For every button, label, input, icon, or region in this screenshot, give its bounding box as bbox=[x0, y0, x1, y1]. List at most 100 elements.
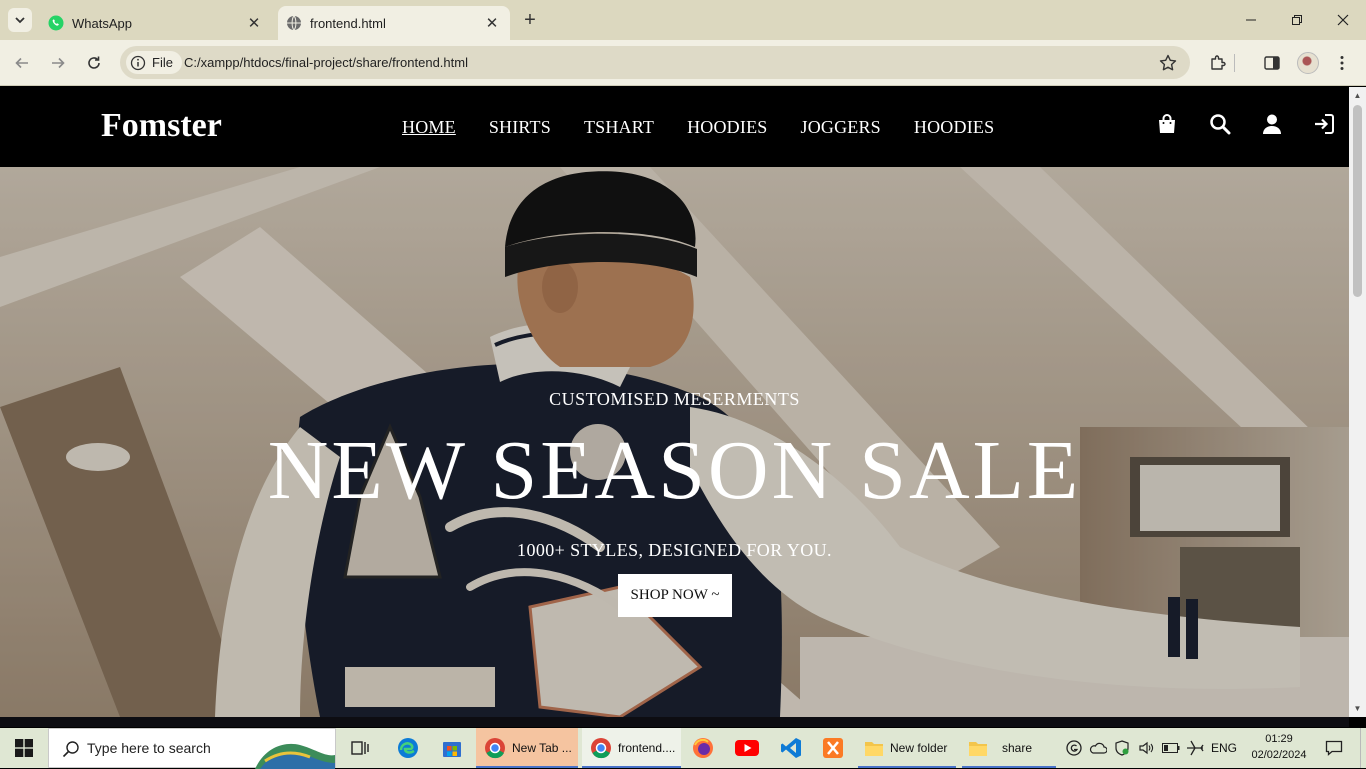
browser-menu-button[interactable] bbox=[1330, 51, 1354, 75]
side-panel-button[interactable] bbox=[1260, 51, 1284, 75]
file-chip-label: File bbox=[152, 55, 173, 70]
scroll-down-icon[interactable]: ▼ bbox=[1349, 700, 1366, 717]
nav-hoodies-2[interactable]: HOODIES bbox=[914, 117, 994, 138]
more-vertical-icon bbox=[1340, 56, 1344, 70]
language-indicator[interactable]: ENG bbox=[1208, 728, 1240, 768]
taskbar-app-label: frontend.... bbox=[618, 741, 676, 755]
site-info-chip[interactable]: File bbox=[126, 51, 182, 74]
minimize-button[interactable] bbox=[1228, 0, 1274, 40]
search-highlight-illustration bbox=[255, 743, 335, 769]
side-panel-icon bbox=[1264, 56, 1280, 70]
info-icon bbox=[130, 55, 146, 70]
notifications-button[interactable] bbox=[1320, 728, 1348, 768]
scrollbar-thumb[interactable] bbox=[1353, 105, 1362, 297]
back-button[interactable] bbox=[8, 49, 36, 77]
tab-label: frontend.html bbox=[310, 15, 386, 31]
vscode-icon bbox=[781, 738, 801, 758]
arrow-right-icon bbox=[52, 57, 65, 69]
clock-time: 01:29 bbox=[1265, 733, 1293, 745]
address-bar[interactable]: File C:/xampp/htdocs/final-project/share… bbox=[120, 46, 1190, 79]
edge-taskbar-button[interactable] bbox=[392, 728, 424, 768]
new-tab-button[interactable]: + bbox=[518, 8, 542, 32]
vscode-taskbar-button[interactable] bbox=[776, 728, 806, 768]
sign-in-icon[interactable] bbox=[1312, 112, 1336, 136]
hero-subtitle: CUSTOMISED MESERMENTS bbox=[549, 389, 800, 409]
firefox-icon bbox=[693, 738, 713, 758]
security-shield-icon[interactable] bbox=[1112, 728, 1132, 768]
taskbar-search[interactable]: Type here to search bbox=[48, 728, 336, 769]
battery-icon[interactable] bbox=[1160, 728, 1182, 768]
puzzle-icon bbox=[1211, 55, 1226, 70]
nav-tshart[interactable]: TSHART bbox=[584, 117, 654, 138]
whatsapp-icon bbox=[48, 15, 64, 31]
globe-icon bbox=[287, 15, 301, 31]
arrow-left-icon bbox=[15, 57, 28, 69]
restore-icon bbox=[1292, 15, 1302, 25]
extensions-button[interactable] bbox=[1206, 51, 1230, 75]
tab-search-button[interactable] bbox=[8, 8, 32, 32]
windows-taskbar: Type here to search New Tab ... frontend… bbox=[0, 728, 1366, 769]
scroll-up-icon[interactable]: ▲ bbox=[1349, 87, 1366, 104]
shop-now-button[interactable]: SHOP NOW ~ bbox=[618, 574, 732, 617]
taskbar-app-label: share bbox=[1002, 741, 1033, 755]
nav-home[interactable]: HOME bbox=[402, 117, 456, 138]
volume-icon[interactable] bbox=[1136, 728, 1156, 768]
xampp-taskbar-button[interactable] bbox=[818, 728, 848, 768]
close-window-button[interactable] bbox=[1320, 0, 1366, 40]
browser-toolbar: File C:/xampp/htdocs/final-project/share… bbox=[0, 40, 1366, 86]
search-placeholder: Type here to search bbox=[87, 740, 211, 756]
task-view-button[interactable] bbox=[346, 728, 374, 768]
user-icon[interactable] bbox=[1260, 112, 1284, 136]
site-logo[interactable]: Fomster bbox=[101, 107, 222, 145]
hero-banner: CUSTOMISED MESERMENTS NEW SEASON SALE 10… bbox=[0, 167, 1349, 717]
new-folder-taskbar-button[interactable]: New folder bbox=[858, 728, 956, 768]
nav-hoodies[interactable]: HOODIES bbox=[687, 117, 767, 138]
tab-whatsapp[interactable]: WhatsApp ✕ bbox=[40, 6, 272, 40]
chrome-newtab-taskbar-button[interactable]: New Tab ... bbox=[476, 728, 578, 768]
chrome-frontend-taskbar-button[interactable]: frontend.... bbox=[582, 728, 681, 768]
page-bottom-strip bbox=[0, 717, 1349, 727]
taskbar-clock[interactable]: 01:29 02/02/2024 bbox=[1248, 731, 1310, 763]
avatar bbox=[1297, 52, 1319, 74]
forward-button[interactable] bbox=[44, 49, 72, 77]
page-scrollbar[interactable]: ▲ ▼ bbox=[1349, 87, 1366, 717]
notification-icon bbox=[1325, 740, 1343, 756]
chrome-icon bbox=[591, 738, 611, 759]
reload-button[interactable] bbox=[80, 49, 108, 77]
taskbar-app-label: New Tab ... bbox=[512, 741, 572, 755]
hero-title: NEW SEASON SALE bbox=[267, 424, 1082, 517]
minimize-icon bbox=[1246, 19, 1256, 21]
airplane-mode-icon[interactable] bbox=[1184, 728, 1206, 768]
tab-label: WhatsApp bbox=[72, 15, 132, 31]
nav-shirts[interactable]: SHIRTS bbox=[489, 117, 551, 138]
youtube-taskbar-button[interactable] bbox=[732, 728, 762, 768]
windows-logo-icon bbox=[15, 739, 33, 757]
restore-button[interactable] bbox=[1274, 0, 1320, 40]
main-nav: HOME SHIRTS TSHART HOODIES JOGGERS HOODI… bbox=[402, 117, 1027, 138]
profile-button[interactable] bbox=[1296, 51, 1320, 75]
clock-date: 02/02/2024 bbox=[1251, 749, 1307, 761]
firefox-taskbar-button[interactable] bbox=[688, 728, 718, 768]
shopping-bag-icon[interactable] bbox=[1155, 112, 1179, 136]
share-folder-taskbar-button[interactable]: share bbox=[962, 728, 1056, 768]
start-button[interactable] bbox=[0, 728, 48, 768]
onedrive-icon[interactable] bbox=[1088, 728, 1108, 768]
url-text[interactable]: C:/xampp/htdocs/final-project/share/fron… bbox=[184, 55, 468, 70]
xampp-icon bbox=[823, 738, 843, 758]
nav-joggers[interactable]: JOGGERS bbox=[800, 117, 880, 138]
chrome-icon bbox=[485, 738, 505, 759]
store-icon bbox=[443, 742, 461, 757]
tab-frontend[interactable]: frontend.html ✕ bbox=[278, 6, 510, 40]
close-tab-icon[interactable]: ✕ bbox=[482, 13, 502, 33]
store-taskbar-button[interactable] bbox=[436, 728, 468, 768]
grammarly-tray-icon[interactable] bbox=[1064, 728, 1084, 768]
edge-icon bbox=[398, 738, 418, 758]
show-desktop-button[interactable] bbox=[1360, 728, 1366, 768]
folder-icon bbox=[969, 742, 987, 756]
bookmark-star-icon[interactable] bbox=[1158, 53, 1178, 73]
site-header: Fomster HOME SHIRTS TSHART HOODIES JOGGE… bbox=[0, 87, 1349, 167]
browser-tab-strip: WhatsApp ✕ frontend.html ✕ + bbox=[0, 0, 1366, 40]
search-icon[interactable] bbox=[1208, 112, 1232, 136]
search-icon bbox=[62, 741, 79, 758]
close-tab-icon[interactable]: ✕ bbox=[244, 13, 264, 33]
